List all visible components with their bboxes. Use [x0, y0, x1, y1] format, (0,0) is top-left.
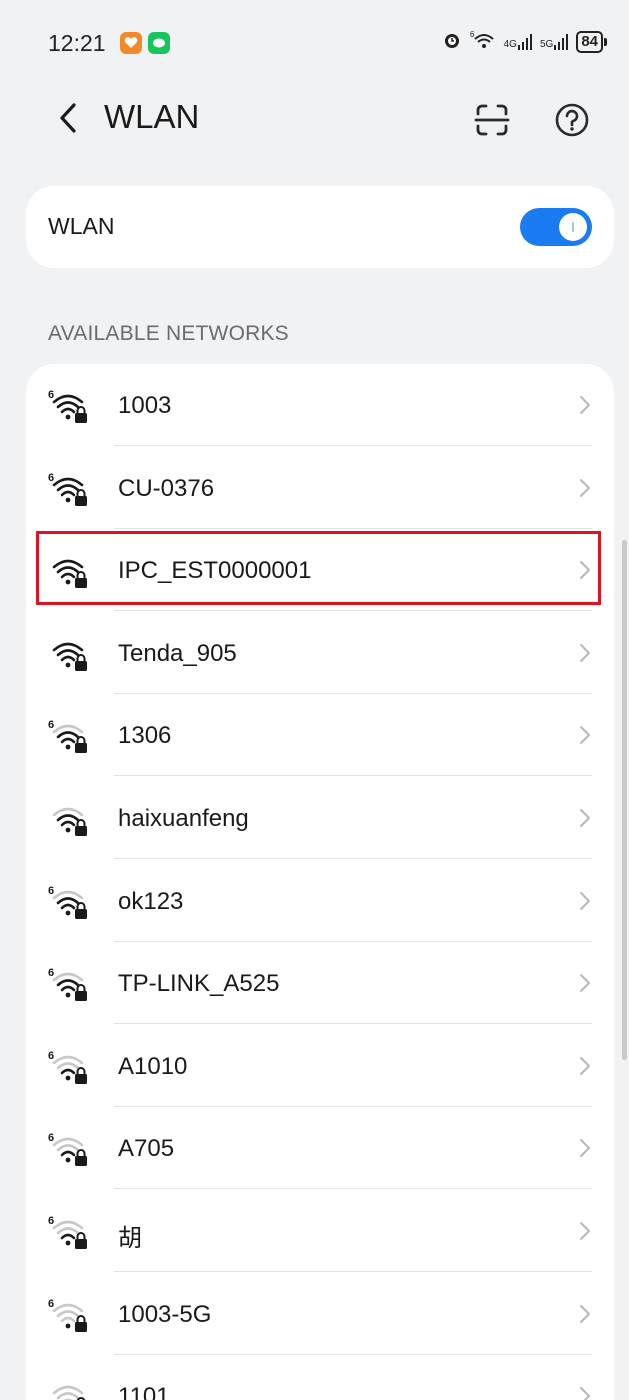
help-button[interactable]: [550, 98, 594, 142]
wifi-lock-icon: 6: [48, 967, 87, 1002]
chevron-right-icon: [580, 1304, 590, 1323]
chevron-right-icon: [580, 396, 590, 414]
svg-text:6: 6: [48, 967, 54, 979]
network-row[interactable]: 6 1306: [26, 694, 614, 777]
chevron-right-icon: [580, 726, 590, 745]
network-name: 1306: [118, 722, 172, 750]
network-row[interactable]: 6胡: [26, 1190, 614, 1272]
chevron-right-icon: [580, 1139, 590, 1158]
chevron-right-icon: [580, 1387, 590, 1400]
network-name: haixuanfeng: [118, 805, 249, 832]
scan-icon: [474, 104, 510, 136]
header: WLAN: [0, 88, 629, 158]
chevron-right-icon: [580, 974, 590, 993]
wifi-lock-icon: 6: [48, 719, 87, 754]
battery-icon: 84: [576, 30, 607, 53]
wifi-status-icon: 6: [470, 30, 496, 53]
network-row[interactable]: 6 ok123: [26, 860, 614, 942]
network-name: A1010: [118, 1052, 188, 1080]
network-name: 1101: [118, 1383, 170, 1400]
svg-text:6: 6: [48, 885, 54, 897]
chevron-right-icon: [580, 1056, 590, 1075]
alarm-icon: [442, 30, 462, 53]
network-name: IPC_EST0000001: [118, 557, 312, 585]
battery-level: 84: [576, 30, 603, 53]
network-name: TP-LINK_A525: [118, 970, 280, 998]
help-icon: [555, 103, 589, 137]
svg-text:6: 6: [48, 1215, 54, 1227]
wlan-toggle-card: WLAN: [26, 186, 614, 268]
svg-text:6: 6: [470, 30, 475, 39]
wifi-lock-icon: 6: [48, 885, 87, 919]
network-name: ok123: [118, 887, 184, 915]
chevron-right-icon: [580, 891, 590, 910]
back-button[interactable]: [50, 98, 86, 138]
chevron-right-icon: [580, 478, 590, 497]
svg-text:6: 6: [48, 1132, 54, 1144]
wifi-lock-icon: 6: [48, 1132, 87, 1167]
signal-5g-icon: 5G: [539, 33, 569, 50]
wifi-lock-icon: 6: [48, 1050, 87, 1084]
wifi-lock-icon: 6: [48, 1298, 87, 1332]
wifi-lock-icon: [52, 807, 87, 836]
chevron-right-icon: [580, 561, 590, 580]
network-row[interactable]: 6 1003-5G: [26, 1273, 614, 1355]
signal-4g-icon: 4G: [503, 33, 532, 50]
network-row[interactable]: haixuanfeng: [26, 777, 614, 859]
wifi-lock-icon: 6: [48, 1215, 87, 1249]
network-name: 1003-5G: [118, 1300, 212, 1328]
chevron-left-icon: [60, 103, 76, 133]
app-notification-icon: [120, 32, 142, 54]
network-name: 1003: [118, 392, 172, 419]
scrollbar[interactable]: [622, 540, 627, 1060]
network-row[interactable]: 6 A1010: [26, 1025, 614, 1107]
status-time: 12:21: [48, 30, 106, 56]
network-row[interactable]: 6 TP-LINK_A525: [26, 942, 614, 1025]
network-row[interactable]: IPC_EST0000001: [26, 529, 614, 612]
network-row[interactable]: 6 CU-0376: [26, 447, 614, 529]
wlan-label: WLAN: [48, 213, 115, 239]
toggle-knob: [559, 213, 587, 241]
wifi-lock-icon: [52, 559, 87, 589]
wechat-notification-icon: [148, 32, 170, 54]
network-row[interactable]: Tenda_905: [26, 612, 614, 694]
network-name: A705: [118, 1135, 175, 1163]
chevron-right-icon: [580, 643, 590, 662]
notification-icons: [120, 32, 170, 54]
status-bar: 12:21 6 4G 5G 84: [0, 0, 629, 88]
network-name: CU-0376: [118, 474, 215, 502]
chevron-right-icon: [580, 1222, 590, 1240]
scan-qr-button[interactable]: [470, 98, 514, 142]
network-4g-label: 4G: [503, 38, 517, 50]
network-row[interactable]: 6 A705: [26, 1107, 614, 1190]
chevron-right-icon: [580, 809, 590, 827]
network-name: 胡: [118, 1225, 142, 1252]
svg-text:6: 6: [48, 719, 54, 731]
page-title: WLAN: [104, 98, 200, 135]
network-row[interactable]: 1101: [26, 1355, 614, 1400]
svg-text:6: 6: [48, 1298, 54, 1310]
wifi-lock-icon: 6: [48, 389, 87, 423]
section-header-available-networks: AVAILABLE NETWORKS: [48, 322, 289, 345]
network-list: 6 1003 6 CU-0376 IPC_EST0000001 Tenda_905 6 130…: [26, 364, 614, 1400]
svg-text:6: 6: [48, 472, 54, 484]
svg-text:6: 6: [48, 389, 54, 401]
network-row[interactable]: 6 1003: [26, 364, 614, 446]
wifi-lock-icon: [52, 642, 87, 671]
svg-text:6: 6: [48, 1050, 54, 1062]
wifi-lock-icon: 6: [48, 472, 87, 506]
network-5g-label: 5G: [539, 38, 554, 50]
wifi-lock-icon: [52, 1385, 86, 1400]
wlan-toggle[interactable]: [520, 208, 592, 246]
system-icons: 6 4G 5G 84: [442, 30, 607, 53]
network-name: Tenda_905: [118, 639, 237, 667]
